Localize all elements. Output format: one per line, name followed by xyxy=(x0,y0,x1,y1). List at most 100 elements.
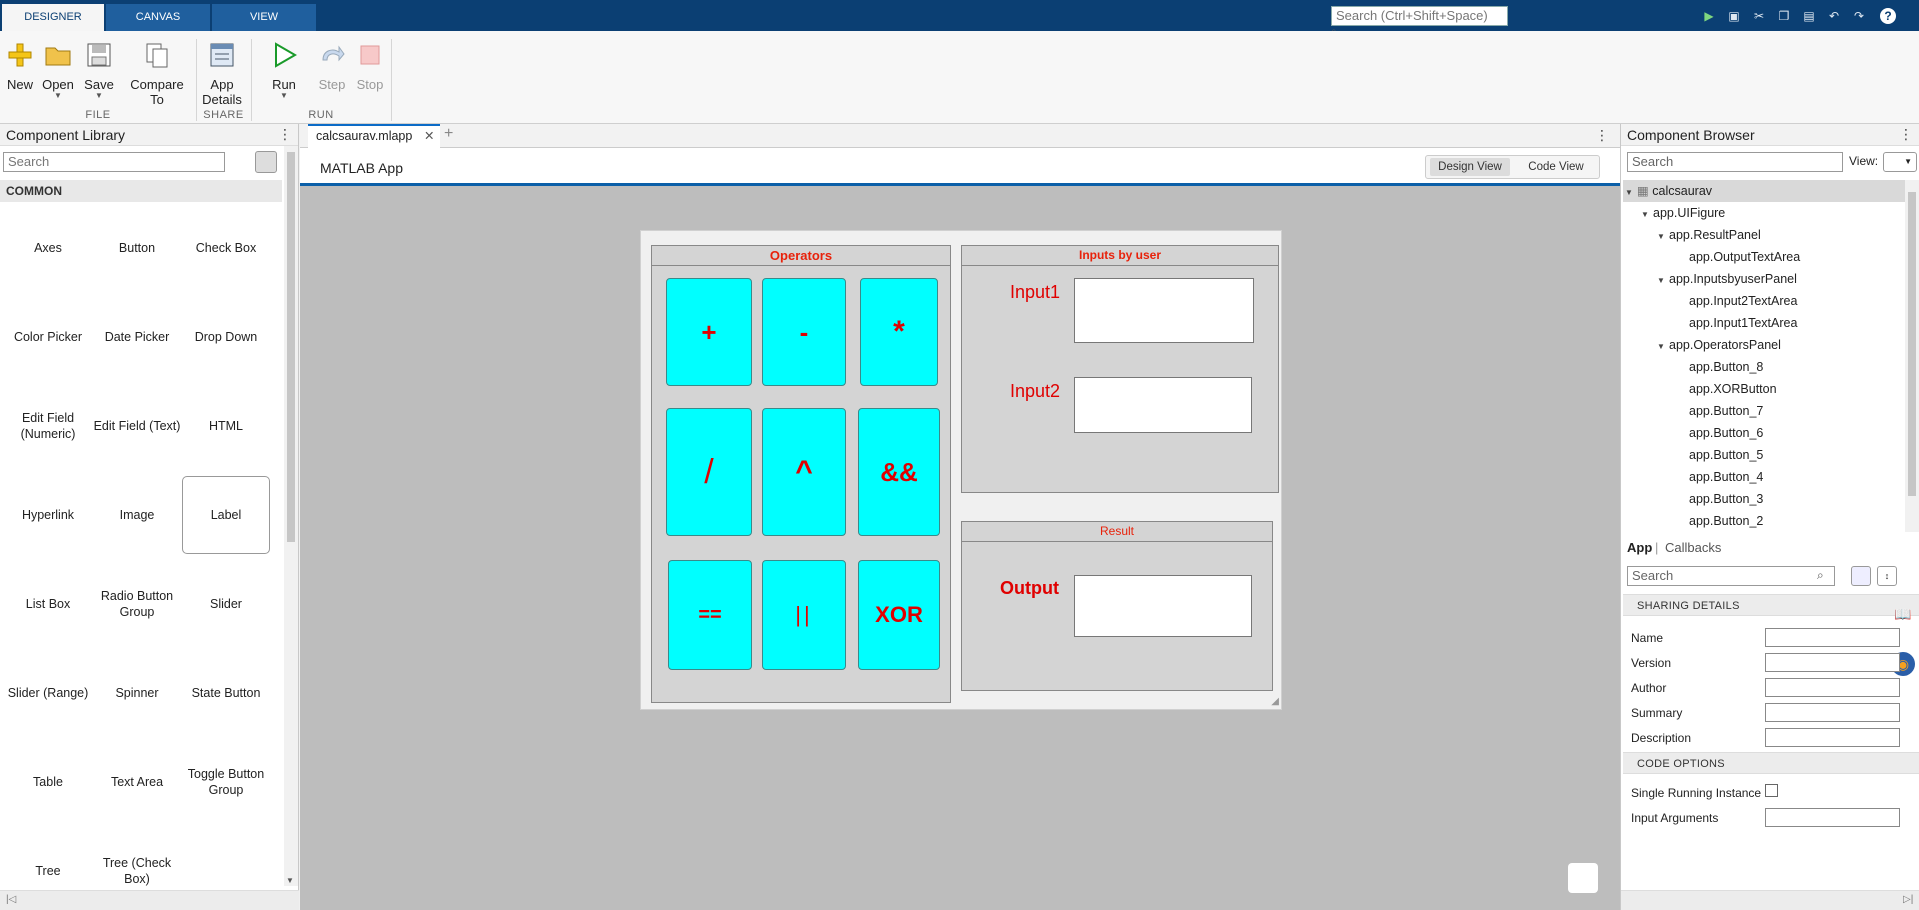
tree-node[interactable]: ▼ app.OperatorsPanel xyxy=(1657,334,1781,356)
component-item[interactable]: Radio Button Group xyxy=(93,565,181,643)
component-item[interactable]: Slider xyxy=(182,565,270,643)
global-search-input[interactable]: Search (Ctrl+Shift+Space) xyxy=(1331,6,1508,26)
expand-triangle-icon[interactable]: ▼ xyxy=(1657,226,1669,248)
input2-text-area[interactable] xyxy=(1074,377,1252,433)
close-icon[interactable]: ✕ xyxy=(424,126,434,147)
view-dropdown[interactable]: ▼ xyxy=(1883,152,1917,172)
tree-node[interactable]: app.Input1TextArea xyxy=(1677,312,1797,334)
component-item[interactable]: Spinner xyxy=(93,654,181,732)
prop-field[interactable] xyxy=(1765,628,1900,647)
tree-node[interactable]: ▼ app.InputsbyuserPanel xyxy=(1657,268,1797,290)
divide-button[interactable]: / xyxy=(666,408,752,536)
tab-callbacks[interactable]: Callbacks xyxy=(1665,540,1721,555)
component-item[interactable]: Edit Field (Numeric) xyxy=(4,387,92,465)
chevron-down-icon[interactable]: ▼ xyxy=(82,92,116,100)
save-quick-icon[interactable]: ▣ xyxy=(1725,7,1743,25)
cut-quick-icon[interactable]: ✂ xyxy=(1750,7,1768,25)
multiply-button[interactable]: * xyxy=(860,278,938,386)
component-item[interactable]: Slider (Range) xyxy=(4,654,92,732)
or-button[interactable]: || xyxy=(762,560,846,670)
more-options-icon[interactable]: ⋮ xyxy=(1899,126,1913,143)
tree-node[interactable]: app.Input2TextArea xyxy=(1677,290,1797,312)
sort-az-icon[interactable]: ↕ xyxy=(1877,566,1897,586)
prop-field[interactable] xyxy=(1765,703,1900,722)
and-button[interactable]: && xyxy=(858,408,940,536)
compare-to-button[interactable]: Compare To xyxy=(122,39,192,107)
new-button[interactable]: New xyxy=(4,39,36,92)
input1-text-area[interactable] xyxy=(1074,278,1254,343)
component-item[interactable]: Drop Down xyxy=(182,298,270,376)
equal-button[interactable]: == xyxy=(668,560,752,670)
chevron-down-icon[interactable]: ▼ xyxy=(40,92,76,100)
tree-node[interactable]: app.Button_8 xyxy=(1677,356,1763,378)
group-view-icon[interactable] xyxy=(1851,566,1871,586)
component-item[interactable]: Hyperlink xyxy=(4,476,92,554)
horizontal-scrollbar[interactable]: ▷| xyxy=(1621,890,1919,910)
step-button[interactable]: Step xyxy=(316,39,348,92)
component-item[interactable]: Text Area xyxy=(93,743,181,821)
component-item[interactable]: State Button xyxy=(182,654,270,732)
book-icon[interactable]: 📖 xyxy=(1891,602,1915,626)
tab-canvas[interactable]: CANVAS xyxy=(106,4,210,31)
tree-node[interactable]: app.XORButton xyxy=(1677,378,1777,400)
component-item[interactable]: Table xyxy=(4,743,92,821)
tree-node[interactable]: app.Button_2 xyxy=(1677,510,1763,532)
scroll-down-icon[interactable]: ▼ xyxy=(286,876,294,885)
expand-triangle-icon[interactable]: ▼ xyxy=(1657,270,1669,292)
more-options-icon[interactable]: ⋮ xyxy=(1595,127,1609,144)
expand-triangle-icon[interactable]: ▼ xyxy=(1625,182,1637,204)
chevron-down-icon[interactable]: ▼ xyxy=(268,92,300,100)
component-item[interactable]: Toggle Button Group xyxy=(182,743,270,821)
component-item[interactable]: Color Picker xyxy=(4,298,92,376)
output-text-area[interactable] xyxy=(1074,575,1252,637)
component-item[interactable]: Button xyxy=(93,209,181,287)
result-panel[interactable]: Result Output xyxy=(961,521,1273,691)
save-button[interactable]: Save ▼ xyxy=(82,39,116,100)
component-item[interactable]: Image xyxy=(93,476,181,554)
copy-quick-icon[interactable]: ❐ xyxy=(1775,7,1793,25)
design-view-button[interactable]: Design View xyxy=(1430,158,1510,176)
inputs-panel[interactable]: Inputs by user Input1 Input2 xyxy=(961,245,1279,493)
xor-button[interactable]: XOR xyxy=(858,560,940,670)
component-item[interactable]: Tree xyxy=(4,832,92,910)
component-item[interactable]: Date Picker xyxy=(93,298,181,376)
scrollbar-thumb[interactable] xyxy=(287,152,295,542)
tree-node[interactable]: ▼ app.ResultPanel xyxy=(1657,224,1761,246)
open-button[interactable]: Open ▼ xyxy=(40,39,76,100)
redo-quick-icon[interactable]: ↷ xyxy=(1850,7,1868,25)
tree-node[interactable]: app.Button_6 xyxy=(1677,422,1763,444)
component-item[interactable]: Check Box xyxy=(182,209,270,287)
component-item[interactable]: Edit Field (Text) xyxy=(93,387,181,465)
component-item[interactable]: Label xyxy=(182,476,270,554)
tab-designer[interactable]: DESIGNER xyxy=(2,4,104,31)
resize-handle-icon[interactable]: ◢ xyxy=(1271,696,1279,707)
run-button[interactable]: Run ▼ xyxy=(268,39,300,100)
expand-triangle-icon[interactable]: ▼ xyxy=(1641,204,1653,226)
help-icon[interactable]: ? xyxy=(1880,8,1896,24)
undo-quick-icon[interactable]: ↶ xyxy=(1825,7,1843,25)
tree-node[interactable]: app.Button_5 xyxy=(1677,444,1763,466)
minus-button[interactable]: - xyxy=(762,278,846,386)
expand-triangle-icon[interactable]: ▼ xyxy=(1657,336,1669,358)
tab-app[interactable]: App xyxy=(1627,540,1652,555)
prop-field[interactable] xyxy=(1765,653,1900,672)
code-view-button[interactable]: Code View xyxy=(1516,158,1596,176)
scroll-right-icon[interactable]: ▷| xyxy=(1903,894,1913,905)
operators-panel[interactable]: Operators + - * / ^ && == || XOR xyxy=(651,245,951,703)
tree-node[interactable]: app.Button_7 xyxy=(1677,400,1763,422)
run-quick-icon[interactable]: ▶ xyxy=(1700,7,1718,25)
plus-button[interactable]: + xyxy=(666,278,752,386)
inspector-search-input[interactable]: Search xyxy=(1627,566,1835,586)
prop-field[interactable] xyxy=(1765,728,1900,747)
input-arguments-field[interactable] xyxy=(1765,808,1900,827)
view-toggle-icon[interactable] xyxy=(255,151,277,173)
ui-figure[interactable]: Operators + - * / ^ && == || XOR Inputs … xyxy=(640,230,1282,710)
tree-node[interactable]: app.Button_3 xyxy=(1677,488,1763,510)
component-item[interactable]: Axes xyxy=(4,209,92,287)
canvas-floating-button[interactable] xyxy=(1568,863,1598,893)
document-tab[interactable]: calcsaurav.mlapp ✕ xyxy=(308,124,440,148)
app-details-button[interactable]: App Details xyxy=(202,39,242,107)
add-tab-icon[interactable]: + xyxy=(444,125,453,143)
component-item[interactable]: List Box xyxy=(4,565,92,643)
more-options-icon[interactable]: ⋮ xyxy=(278,126,292,143)
